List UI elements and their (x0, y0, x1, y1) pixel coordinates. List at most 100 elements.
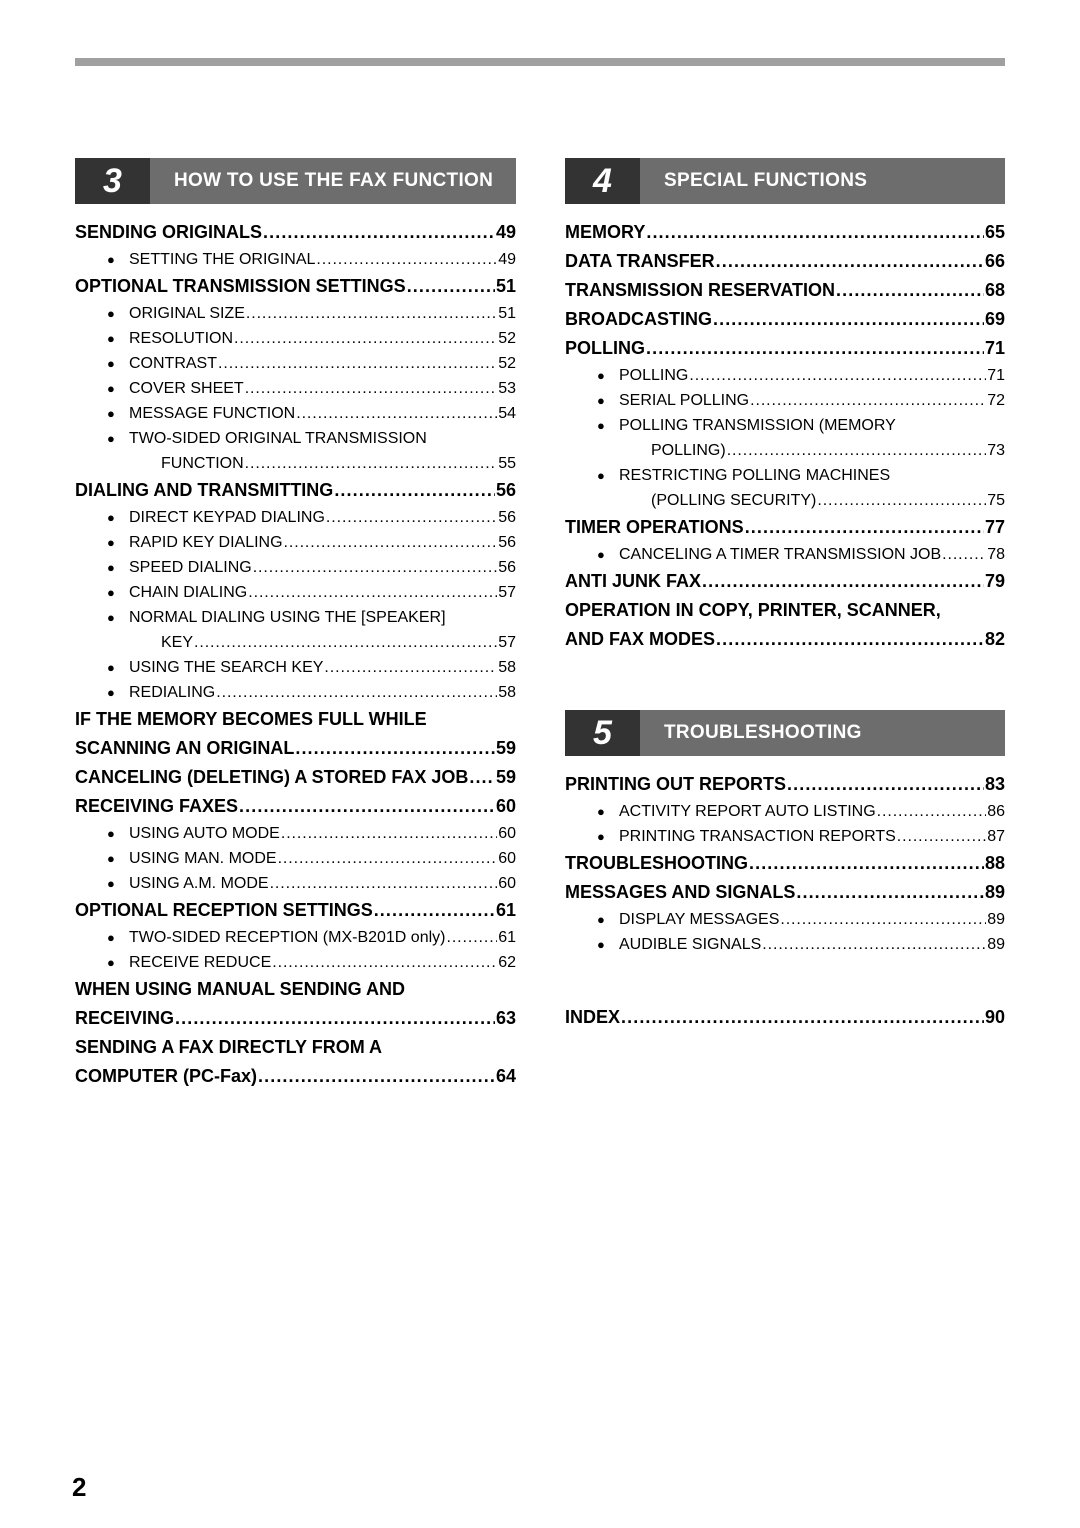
toc-entry-page: 49 (495, 222, 516, 242)
chapter-number-3: 3 (75, 158, 150, 204)
toc-entry[interactable]: ● CHAIN DIALING..........................… (75, 580, 516, 605)
toc-entry-label: IF THE MEMORY BECOMES FULL WHILE (75, 709, 427, 729)
toc-entry[interactable]: ●NORMAL DIALING USING THE [SPEAKER].....… (75, 605, 516, 630)
toc-entry-page: 87 (987, 828, 1005, 845)
toc-entry[interactable]: ● DISPLAY MESSAGES.......................… (565, 907, 1005, 932)
toc-entry[interactable]: MESSAGES AND SIGNALS....................… (565, 878, 1005, 907)
toc-entry[interactable]: ● PRINTING TRANSACTION REPORTS...........… (565, 824, 1005, 849)
toc-entry[interactable]: ● USING MAN. MODE........................… (75, 846, 516, 871)
toc-entry-page: 51 (498, 305, 516, 322)
toc-entry[interactable]: ● RAPID KEY DIALING......................… (75, 530, 516, 555)
toc-entry[interactable]: ● CONTRAST...............................… (75, 351, 516, 376)
toc-entry[interactable]: SENDING A FAX DIRECTLY FROM A...........… (75, 1033, 516, 1062)
toc-entry-page: 62 (498, 954, 516, 971)
toc-entry[interactable]: RECEIVING FAXES.........................… (75, 792, 516, 821)
toc-entry[interactable]: DATA TRANSFER...........................… (565, 247, 1005, 276)
toc-entry[interactable]: ● POLLING................................… (565, 363, 1005, 388)
leader-dots: ........................................… (296, 405, 497, 422)
page-number: 2 (72, 1472, 87, 1502)
toc-entry[interactable]: ● SETTING THE ORIGINAL...................… (75, 247, 516, 272)
toc-entry[interactable]: ● SERIAL POLLING.........................… (565, 388, 1005, 413)
toc-entry[interactable]: ● AUDIBLE SIGNALS........................… (565, 932, 1005, 957)
toc-entry[interactable]: ● USING THE SEARCH KEY...................… (75, 655, 516, 680)
leader-dots: ........................................… (280, 825, 497, 842)
toc-entry[interactable]: BROADCASTING............................… (565, 305, 1005, 334)
toc-entry[interactable]: TROUBLESHOOTING.........................… (565, 849, 1005, 878)
toc-entry[interactable]: RECEIVING...............................… (75, 1004, 516, 1033)
toc-entry[interactable]: SENDING ORIGINALS.......................… (75, 218, 516, 247)
bullet-icon: ● (107, 685, 115, 700)
toc-entry[interactable]: TIMER OPERATIONS........................… (565, 513, 1005, 542)
toc-entry[interactable]: TRANSMISSION RESERVATION................… (565, 276, 1005, 305)
bullet-icon: ● (107, 560, 115, 575)
toc-entry[interactable]: AND FAX MODES...........................… (565, 625, 1005, 654)
toc-entry-label: RESOLUTION (129, 330, 234, 347)
toc-entry[interactable]: ● RESOLUTION.............................… (75, 326, 516, 351)
toc-entry[interactable]: ● MESSAGE FUNCTION.......................… (75, 401, 516, 426)
toc-entry[interactable]: ● REDIALING..............................… (75, 680, 516, 705)
toc-entry[interactable]: ● DIRECT KEYPAD DIALING..................… (75, 505, 516, 530)
toc-entry[interactable]: OPERATION IN COPY, PRINTER, SCANNER,....… (565, 596, 1005, 625)
toc-entry[interactable]: ● TWO-SIDED RECEPTION (MX-B201D only)....… (75, 925, 516, 950)
leader-dots: ........................................… (239, 796, 495, 816)
toc-entry[interactable]: ● USING A.M. MODE........................… (75, 871, 516, 896)
toc-entry[interactable]: IF THE MEMORY BECOMES FULL WHILE........… (75, 705, 516, 734)
toc-entry[interactable]: POLLING.................................… (565, 334, 1005, 363)
toc-entry-page: 69 (984, 309, 1005, 329)
toc-entry-label: POLLING) (651, 442, 726, 459)
index-spacer (565, 957, 1005, 1003)
leader-dots: ........................................… (324, 659, 497, 676)
bullet-icon: ● (107, 930, 115, 945)
toc-entry-label: (POLLING SECURITY) (651, 492, 817, 509)
bullet-icon: ● (107, 535, 115, 550)
toc-entry[interactable]: ● CANCELING A TIMER TRANSMISSION JOB.....… (565, 542, 1005, 567)
toc-entry-label: AUDIBLE SIGNALS (619, 936, 762, 953)
leader-dots: ........................................… (373, 900, 495, 920)
toc-entry[interactable]: CANCELING (DELETING) A STORED FAX JOB...… (75, 763, 516, 792)
toc-entry[interactable]: DIALING AND TRANSMITTING................… (75, 476, 516, 505)
leader-dots: ........................................… (744, 517, 984, 537)
toc-entry[interactable]: ● ACTIVITY REPORT AUTO LISTING...........… (565, 799, 1005, 824)
toc-entry-label: USING MAN. MODE (129, 850, 277, 867)
toc-entry[interactable]: WHEN USING MANUAL SENDING AND...........… (75, 975, 516, 1004)
toc-entry[interactable]: INDEX...................................… (565, 1003, 1005, 1032)
toc-entry[interactable]: ● COVER SHEET............................… (75, 376, 516, 401)
leader-dots: ........................................… (406, 276, 495, 296)
bullet-icon: ● (597, 912, 605, 927)
bullet-icon: ● (597, 418, 605, 433)
toc-entry[interactable]: ● USING AUTO MODE........................… (75, 821, 516, 846)
toc-entry[interactable]: (POLLING SECURITY)......................… (565, 488, 1005, 513)
toc-entry[interactable]: SCANNING AN ORIGINAL....................… (75, 734, 516, 763)
toc-entry-page: 60 (498, 850, 516, 867)
leader-dots: ........................................… (272, 954, 497, 971)
toc-entry[interactable]: OPTIONAL RECEPTION SETTINGS.............… (75, 896, 516, 925)
toc-entry[interactable]: ● ORIGINAL SIZE..........................… (75, 301, 516, 326)
toc-entry[interactable]: ●RESTRICTING POLLING MACHINES...........… (565, 463, 1005, 488)
toc-entry[interactable]: MEMORY..................................… (565, 218, 1005, 247)
toc-entry-page: 56 (498, 509, 516, 526)
toc-entry[interactable]: OPTIONAL TRANSMISSION SETTINGS..........… (75, 272, 516, 301)
toc-entry[interactable]: ●TWO-SIDED ORIGINAL TRANSMISSION........… (75, 426, 516, 451)
toc-entry-label: OPTIONAL RECEPTION SETTINGS (75, 900, 373, 920)
toc-entry-page: 79 (984, 571, 1005, 591)
toc-entry[interactable]: ● RECEIVE REDUCE.........................… (75, 950, 516, 975)
toc-entry[interactable]: COMPUTER (PC-Fax).......................… (75, 1062, 516, 1091)
leader-dots: ........................................… (263, 222, 495, 242)
toc-entry-page: 83 (984, 774, 1005, 794)
toc-entry-page: 63 (495, 1008, 516, 1028)
chapter-number-4: 4 (565, 158, 640, 204)
toc-entry-label: TROUBLESHOOTING (565, 853, 748, 873)
toc-entry-label: TWO-SIDED RECEPTION (MX-B201D only) (129, 929, 446, 946)
toc-entry[interactable]: POLLING)................................… (565, 438, 1005, 463)
toc-entry-page: 88 (984, 853, 1005, 873)
toc-entry[interactable]: KEY.....................................… (75, 630, 516, 655)
toc-entry[interactable]: PRINTING OUT REPORTS....................… (565, 770, 1005, 799)
bullet-icon: ● (597, 804, 605, 819)
toc-entry-label: TRANSMISSION RESERVATION (565, 280, 836, 300)
toc-entry-label: INDEX (565, 1007, 621, 1027)
leader-dots: ........................................… (836, 280, 984, 300)
toc-entry[interactable]: ● SPEED DIALING..........................… (75, 555, 516, 580)
toc-entry[interactable]: ANTI JUNK FAX...........................… (565, 567, 1005, 596)
toc-entry[interactable]: ●POLLING TRANSMISSION (MEMORY...........… (565, 413, 1005, 438)
toc-entry[interactable]: FUNCTION................................… (75, 451, 516, 476)
